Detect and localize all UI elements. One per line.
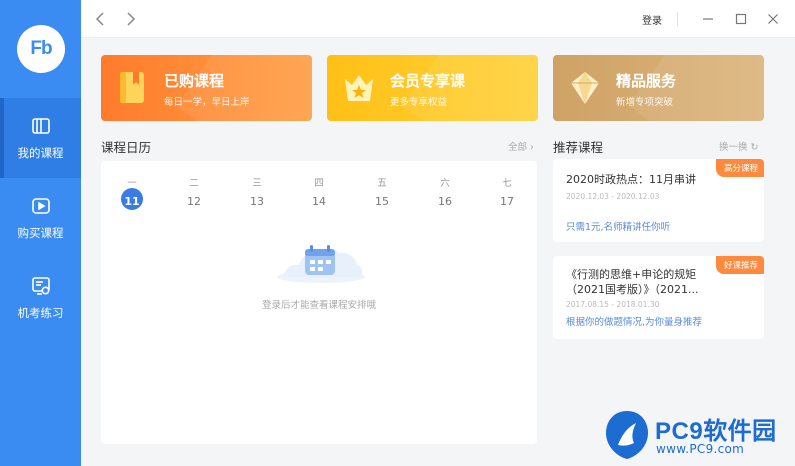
sidebar: Fb 我的课程 购买课程 机考练习: [0, 0, 81, 466]
weekday-label: 五: [377, 178, 387, 189]
divider: [677, 12, 678, 26]
course-date: 2017.08.15 - 2018.01.30: [566, 300, 660, 309]
sidebar-item-exam-practice[interactable]: 机考练习: [0, 258, 81, 338]
minimize-button[interactable]: [698, 9, 718, 29]
weekday-label: 六: [440, 178, 450, 189]
crown-icon: [345, 75, 373, 101]
card-title: 精品服务: [616, 72, 677, 90]
course-description: 根据你的做题情况,为你量身推荐: [566, 317, 703, 328]
course-badge: 好课推荐: [715, 256, 764, 274]
calendar-panel: 一 二 三 四 五 六 七 11 12 13 14 15 16 17 登录后才能…: [101, 161, 537, 444]
app-logo: Fb: [17, 25, 65, 73]
sidebar-item-my-courses[interactable]: 我的课程: [0, 98, 81, 178]
calendar-day-today[interactable]: 11: [117, 192, 147, 212]
close-button[interactable]: [763, 9, 783, 29]
chevron-right-icon: [127, 12, 136, 26]
diamond-icon: [571, 72, 599, 104]
calendar-all-link[interactable]: 全部 ›: [508, 139, 534, 153]
logo-text: Fb: [30, 38, 52, 59]
book-icon: [31, 118, 50, 134]
play-icon: [31, 198, 50, 214]
course-badge: 高分课程: [715, 159, 764, 177]
card-subtitle: 更多专享权益: [390, 97, 448, 108]
calendar-day[interactable]: 16: [430, 192, 460, 212]
forward-button[interactable]: [121, 9, 141, 29]
recommended-course-card[interactable]: 高分课程 2020时政热点：11月串讲 2020.12.03 - 2020.12…: [553, 159, 764, 242]
course-description: 只需1元,名师精讲任你听: [566, 222, 671, 233]
exam-icon: [31, 277, 50, 295]
chevron-right-icon: ›: [530, 142, 534, 153]
card-subtitle: 新增专项突破: [616, 97, 674, 108]
refresh-icon: ↻: [750, 142, 759, 153]
close-icon: [768, 14, 778, 24]
title-bar: 登录: [81, 0, 795, 38]
weekday-label: 七: [502, 178, 512, 189]
calendar-day[interactable]: 15: [367, 192, 397, 212]
book-icon: [120, 72, 144, 103]
watermark: PC9软件园 www.PC9.com: [604, 409, 792, 461]
calendar-day[interactable]: 13: [242, 192, 272, 212]
calendar-day[interactable]: 14: [304, 192, 334, 212]
maximize-icon: [735, 13, 747, 25]
course-title: 《行测的思维+申论的规矩: [566, 268, 697, 281]
weekday-label: 四: [314, 178, 324, 189]
watermark-url: www.PC9.com: [656, 442, 745, 456]
card-title: 会员专享课: [390, 72, 466, 90]
minimize-icon: [703, 18, 713, 20]
refresh-button[interactable]: 换一换 ↻: [719, 139, 759, 153]
back-button[interactable]: [90, 9, 110, 29]
weekday-label: 三: [252, 178, 262, 189]
weekday-label: 一: [127, 178, 137, 189]
sidebar-item-label: 我的课程: [17, 146, 64, 160]
course-title: （2021国考版）》（2021...: [566, 283, 699, 296]
card-subtitle: 每日一学，早日上岸: [164, 97, 250, 108]
refresh-label: 换一换: [719, 142, 748, 153]
course-date: 2020.12.03 - 2020.12.03: [566, 192, 660, 201]
sidebar-item-label: 购买课程: [17, 226, 64, 240]
course-title: 2020时政热点：11月串讲: [566, 173, 696, 186]
premium-service-card[interactable]: 精品服务 新增专项突破: [553, 55, 764, 121]
weekday-label: 二: [189, 178, 199, 189]
empty-state-text: 登录后才能查看课程安排哦: [261, 300, 376, 311]
recommend-section-title: 推荐课程: [553, 140, 604, 155]
watermark-logo-icon: [606, 411, 648, 459]
sidebar-item-label: 机考练习: [17, 306, 64, 320]
chevron-left-icon: [95, 12, 104, 26]
watermark-title: PC9软件园: [655, 418, 777, 445]
member-courses-card[interactable]: 会员专享课 更多专享权益: [327, 55, 538, 121]
maximize-button[interactable]: [731, 9, 751, 29]
calendar-section-title: 课程日历: [101, 140, 152, 155]
calendar-all-label: 全部: [508, 142, 528, 153]
empty-calendar-illustration: [277, 245, 365, 283]
sidebar-item-buy-courses[interactable]: 购买课程: [0, 178, 81, 258]
calendar-day[interactable]: 12: [179, 192, 209, 212]
calendar-day[interactable]: 17: [492, 192, 522, 212]
login-button[interactable]: 登录: [642, 12, 662, 27]
card-title: 已购课程: [164, 72, 225, 90]
recommended-course-card[interactable]: 好课推荐 《行测的思维+申论的规矩 （2021国考版）》（2021... 201…: [553, 256, 764, 339]
purchased-courses-card[interactable]: 已购课程 每日一学，早日上岸: [101, 55, 312, 121]
